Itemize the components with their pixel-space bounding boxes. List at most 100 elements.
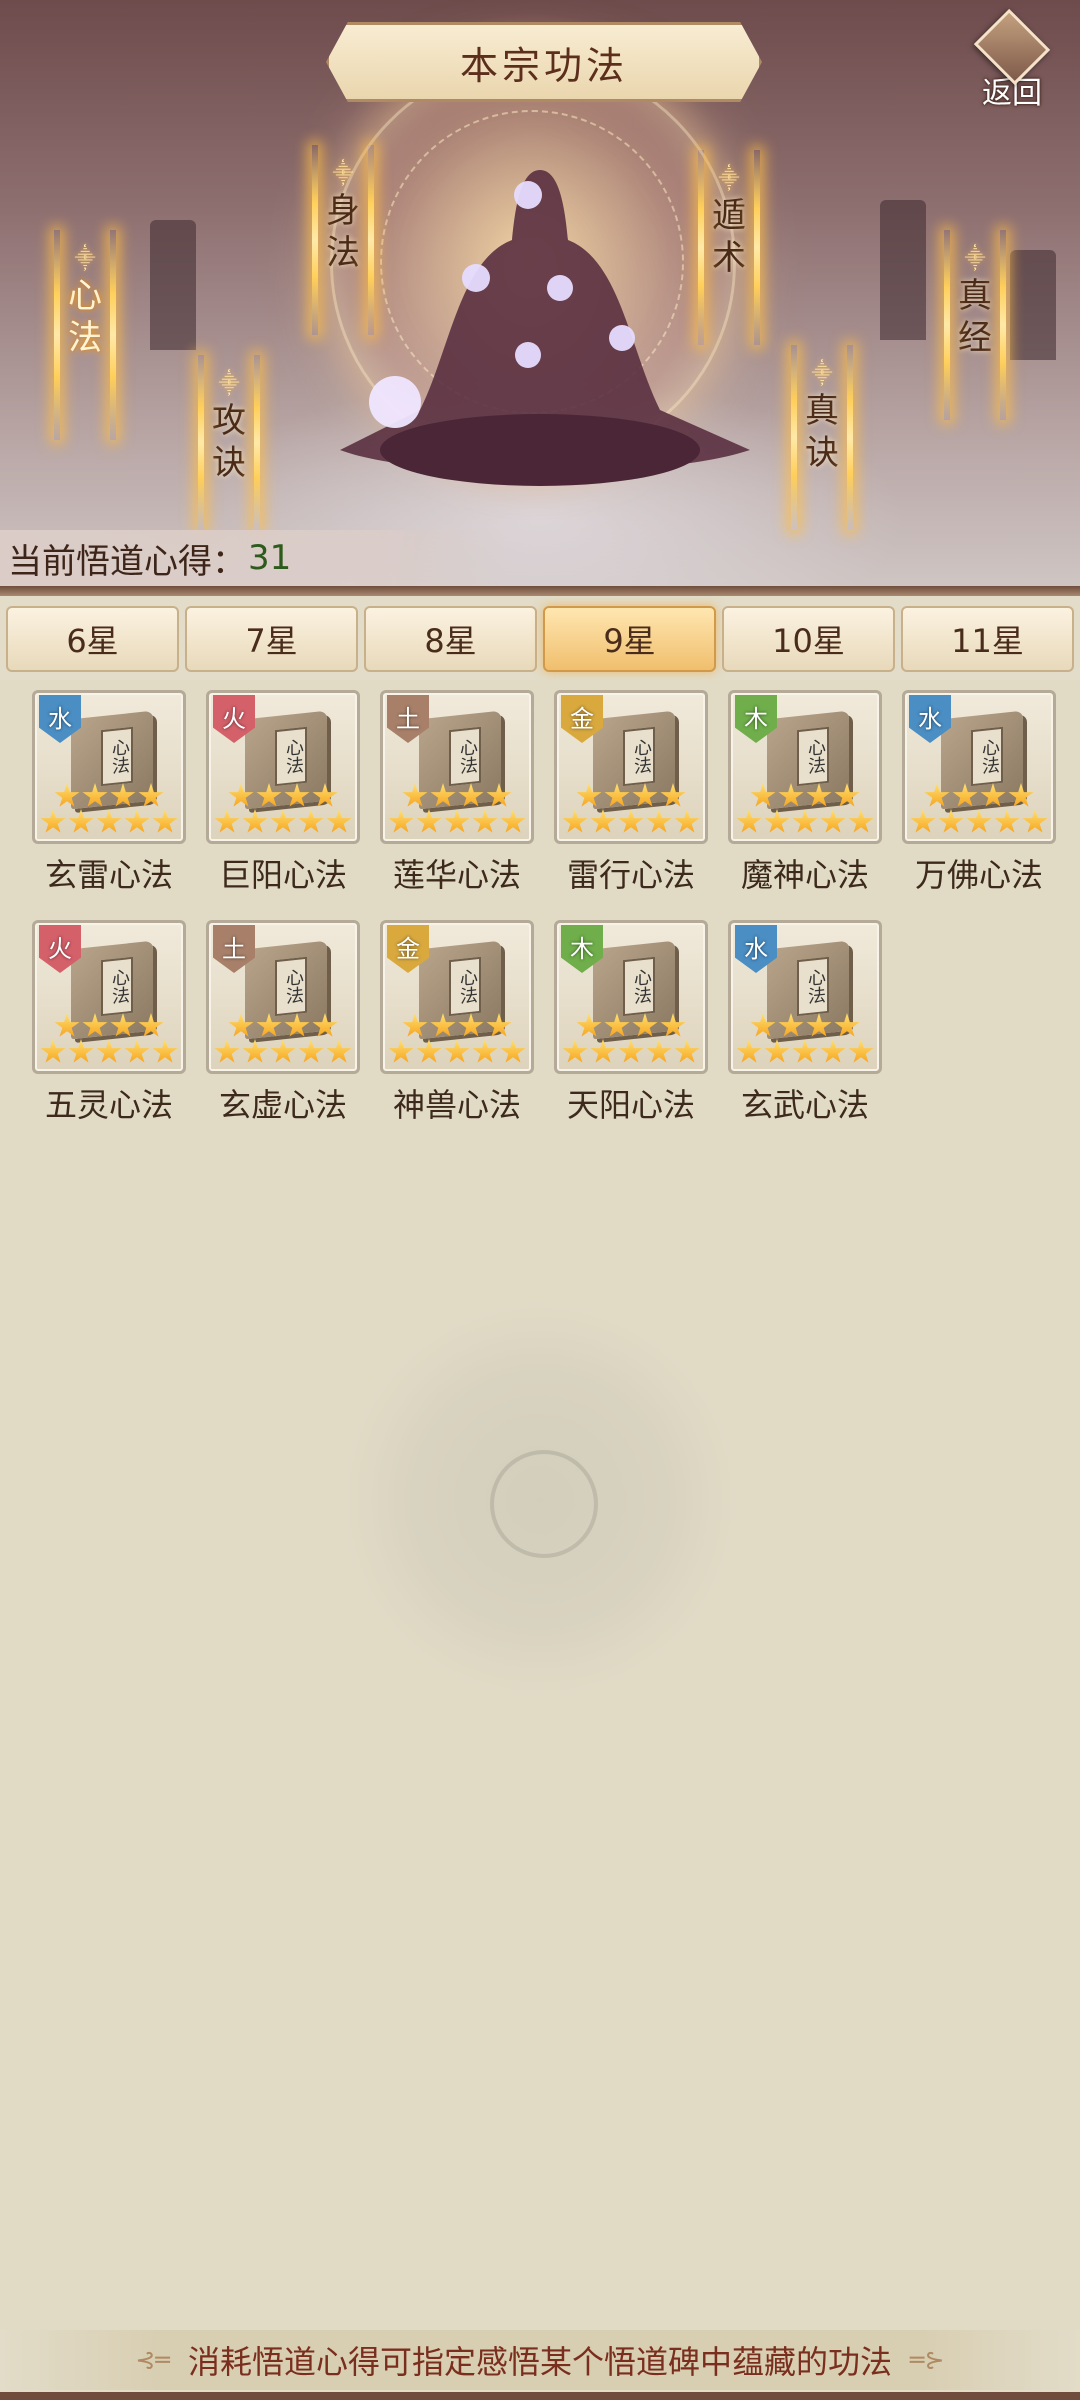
technique-gongjue[interactable]: ⸎ 攻诀 xyxy=(194,355,264,530)
technique-item[interactable]: 心法火五灵心法 xyxy=(22,920,196,1126)
star-icon xyxy=(402,1013,428,1037)
star-icon xyxy=(674,1039,700,1063)
star-icon xyxy=(500,809,526,833)
technique-item[interactable]: 心法水万佛心法 xyxy=(892,690,1066,896)
book-title: 心法 xyxy=(797,956,829,1017)
star-icon xyxy=(138,1013,164,1037)
star-icon xyxy=(576,783,602,807)
star-icon xyxy=(820,809,846,833)
technique-name: 巨阳心法 xyxy=(218,856,347,894)
star-icon xyxy=(40,809,66,833)
star-icon xyxy=(764,809,790,833)
star-icon xyxy=(764,1039,790,1063)
tab-6-star[interactable]: 6星 xyxy=(6,606,179,672)
technique-item[interactable]: 心法木魔神心法 xyxy=(718,690,892,896)
star-icon xyxy=(938,809,964,833)
technique-card[interactable]: 心法土 xyxy=(206,920,360,1074)
technique-card[interactable]: 心法水 xyxy=(32,690,186,844)
star-icon xyxy=(228,1013,254,1037)
technique-zhenjue[interactable]: ⸎ 真诀 xyxy=(787,345,857,530)
technique-name: 神兽心法 xyxy=(392,1086,521,1124)
star-icon xyxy=(1022,809,1048,833)
star-icon xyxy=(430,1013,456,1037)
star-icon xyxy=(68,809,94,833)
technique-name: 万佛心法 xyxy=(914,856,1043,894)
technique-card[interactable]: 心法火 xyxy=(32,920,186,1074)
scroll-ornament-icon: ⸎ xyxy=(964,246,986,270)
technique-label: 身法 xyxy=(326,191,360,273)
stone-pillar xyxy=(1010,250,1056,360)
star-icon xyxy=(778,783,804,807)
insight-value: 31 xyxy=(248,538,292,578)
book-title: 心法 xyxy=(971,726,1003,787)
technique-card[interactable]: 心法金 xyxy=(380,920,534,1074)
star-icon xyxy=(848,809,874,833)
star-rating xyxy=(40,783,178,835)
technique-item[interactable]: 心法土莲华心法 xyxy=(370,690,544,896)
technique-name: 天阳心法 xyxy=(566,1086,695,1124)
technique-card[interactable]: 心法水 xyxy=(902,690,1056,844)
star-icon xyxy=(430,783,456,807)
technique-card[interactable]: 心法土 xyxy=(380,690,534,844)
tab-8-star[interactable]: 8星 xyxy=(364,606,537,672)
technique-item[interactable]: 心法金神兽心法 xyxy=(370,920,544,1126)
technique-name: 玄武心法 xyxy=(740,1086,869,1124)
star-icon xyxy=(444,1039,470,1063)
star-icon xyxy=(298,809,324,833)
star-icon xyxy=(416,809,442,833)
footer-tip: 消耗悟道心得可指定感悟某个悟道碑中蕴藏的功法 xyxy=(187,2343,892,2381)
scroll-ornament-icon: ⸎ xyxy=(74,246,96,270)
book-title: 心法 xyxy=(275,726,307,787)
book-title: 心法 xyxy=(797,726,829,787)
tab-10-star[interactable]: 10星 xyxy=(722,606,895,672)
star-icon xyxy=(54,783,80,807)
star-rating xyxy=(910,783,1048,835)
technique-card[interactable]: 心法金 xyxy=(554,690,708,844)
technique-item[interactable]: 心法木天阳心法 xyxy=(544,920,718,1126)
technique-item[interactable]: 心法金雷行心法 xyxy=(544,690,718,896)
ornament-right-icon: ═⊱ xyxy=(910,2346,945,2374)
technique-item[interactable]: 心法火巨阳心法 xyxy=(196,690,370,896)
star-icon xyxy=(562,1039,588,1063)
stone-pillar xyxy=(150,220,196,350)
star-icon xyxy=(646,809,672,833)
back-button[interactable]: 返回 xyxy=(962,8,1062,112)
star-icon xyxy=(910,809,936,833)
section-divider xyxy=(0,586,1080,596)
taiji-emblem xyxy=(340,1300,740,1700)
tab-11-star[interactable]: 11星 xyxy=(901,606,1074,672)
technique-card[interactable]: 心法火 xyxy=(206,690,360,844)
star-icon xyxy=(590,809,616,833)
technique-dunshu[interactable]: ⸎ 遁术 xyxy=(694,150,764,345)
tab-7-star[interactable]: 7星 xyxy=(185,606,358,672)
technique-item[interactable]: 心法水玄武心法 xyxy=(718,920,892,1126)
page-title: 本宗功法 xyxy=(459,43,628,88)
star-icon xyxy=(674,809,700,833)
technique-card[interactable]: 心法水 xyxy=(728,920,882,1074)
technique-zhenjing[interactable]: ⸎ 真经 xyxy=(940,230,1010,420)
scroll-ornament-icon: ⸎ xyxy=(718,166,740,190)
star-icon xyxy=(388,1039,414,1063)
technique-item[interactable]: 心法水玄雷心法 xyxy=(22,690,196,896)
technique-name: 玄雷心法 xyxy=(44,856,173,894)
star-icon xyxy=(486,1013,512,1037)
star-rating xyxy=(736,1013,874,1065)
star-icon xyxy=(660,783,686,807)
technique-shenfa[interactable]: ⸎ 身法 xyxy=(308,145,378,335)
star-icon xyxy=(792,809,818,833)
tab-9-star[interactable]: 9星 xyxy=(543,606,716,672)
star-icon xyxy=(152,809,178,833)
technique-label: 遁术 xyxy=(712,196,746,278)
technique-xinfa[interactable]: ⸎ 心法 xyxy=(50,230,120,440)
technique-name: 魔神心法 xyxy=(740,856,869,894)
insight-bar: 当前悟道心得： 31 xyxy=(0,530,508,586)
star-icon xyxy=(806,1013,832,1037)
star-rating xyxy=(388,783,526,835)
technique-card[interactable]: 心法木 xyxy=(728,690,882,844)
star-icon xyxy=(966,809,992,833)
star-icon xyxy=(82,1013,108,1037)
technique-card[interactable]: 心法木 xyxy=(554,920,708,1074)
technique-item[interactable]: 心法土玄虚心法 xyxy=(196,920,370,1126)
technique-name: 莲华心法 xyxy=(392,856,521,894)
star-icon xyxy=(298,1039,324,1063)
